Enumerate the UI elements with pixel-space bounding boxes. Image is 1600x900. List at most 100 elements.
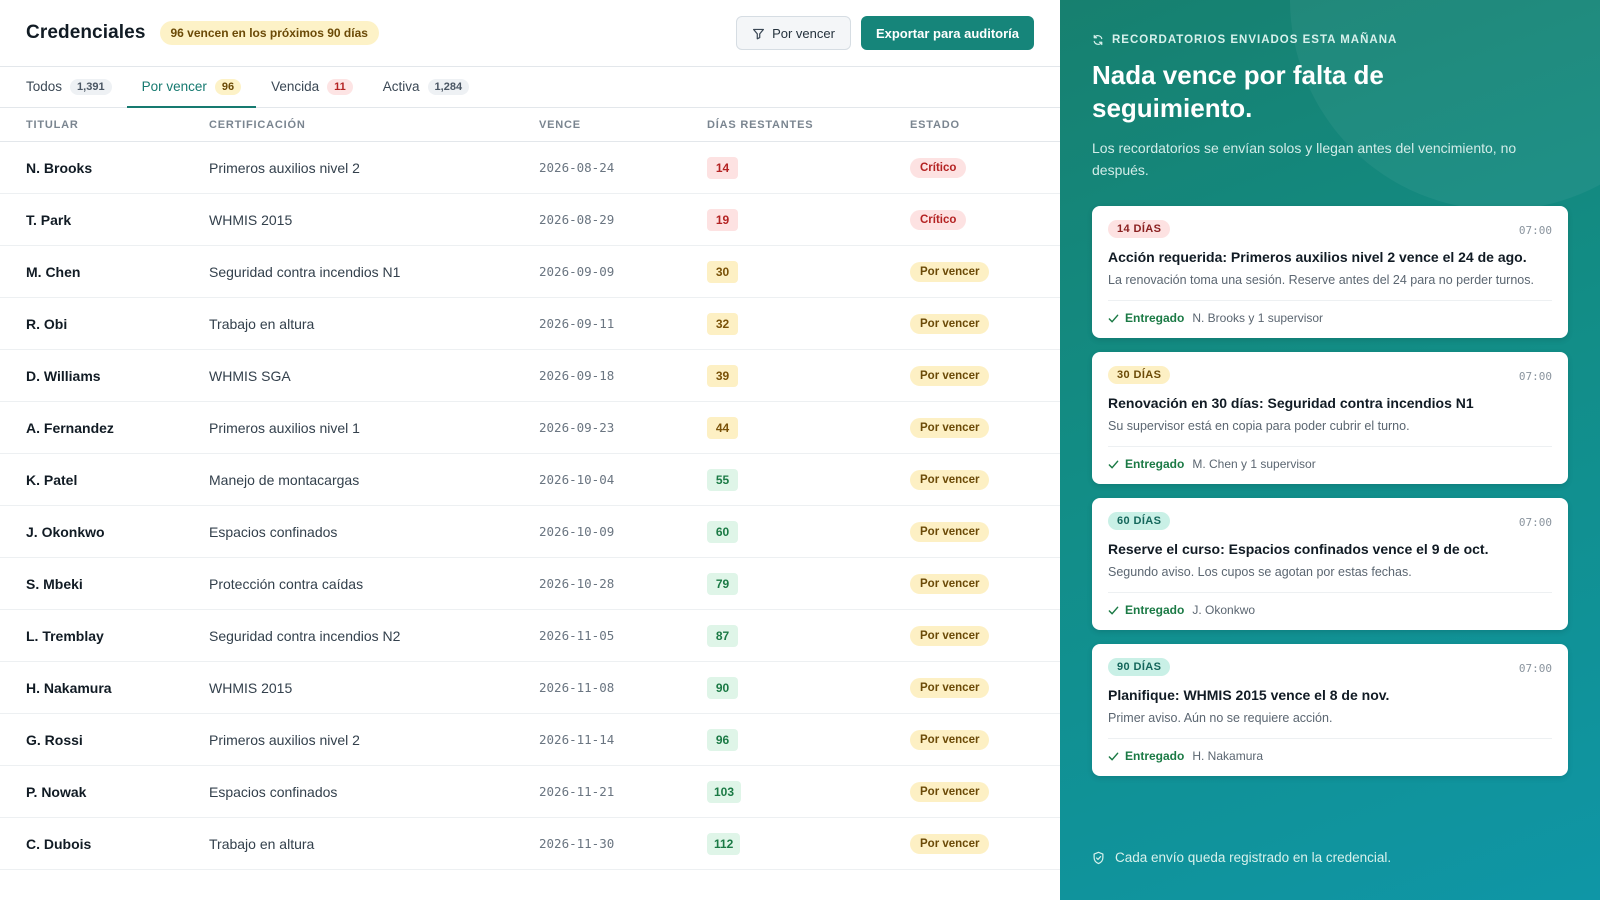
holder-name: J. Okonkwo [26,523,105,540]
table-row[interactable]: R. Obi Trabajo en altura 2026-09-11 32 Por v… [0,298,1060,350]
expiry-date: 2026-09-09 [539,264,615,279]
holder-name: K. Patel [26,471,78,488]
status-badge: Por vencer [910,677,990,698]
holder-name: L. Tremblay [26,627,104,644]
certification: Protección contra caídas [209,575,364,592]
audit-footer: Cada envío queda registrado en la creden… [1092,850,1391,865]
days-remaining: 90 [707,676,738,699]
table-row[interactable]: J. Okonkwo Espacios confinados 2026-10-09 6… [0,506,1060,558]
expiry-date: 2026-09-23 [539,420,615,435]
status-badge: Crítico [910,209,967,230]
table-row[interactable]: M. Chen Seguridad contra incendios N1 2026… [0,246,1060,298]
column-header-estado[interactable]: ESTADO [910,119,960,131]
filter-button[interactable]: Por vencer [736,16,851,50]
reminder-title: Acción requerida: Primeros auxilios nive… [1108,249,1527,265]
holder-name: G. Rossi [26,731,83,748]
status-badge: Por vencer [910,833,990,854]
check-icon [1108,460,1119,468]
holder-name: M. Chen [26,263,81,280]
table-row[interactable]: S. Mbeki Protección contra caídas 2026-10-… [0,558,1060,610]
column-header-titular[interactable]: TITULAR [26,119,79,131]
table-row[interactable]: A. Fernandez Primeros auxilios nivel 1 202… [0,402,1060,454]
delivered-label: Entregado [1125,311,1185,325]
delivered-label: Entregado [1125,603,1185,617]
holder-name: D. Williams [26,367,101,384]
status-badge: Por vencer [910,365,990,386]
certification: Espacios confinados [209,783,338,800]
delivery-status: Entregado M. Chen y 1 supervisor [1108,457,1316,471]
table-row[interactable]: T. Park WHMIS 2015 2026-08-29 19 Crítico [0,194,1060,246]
certification: Primeros auxilios nivel 2 [209,159,360,176]
reminders-eyebrow: RECORDATORIOS ENVIADOS ESTA MAÑANA [1092,34,1397,46]
expiry-date: 2026-11-21 [539,784,615,799]
tab-por-vencer[interactable]: Por vencer 96 [126,67,257,108]
column-header-dias[interactable]: DÍAS RESTANTES [707,119,813,131]
reminders-lede: Los recordatorios se envían solos y lleg… [1092,140,1517,178]
tab-activa[interactable]: Activa 1,284 [368,67,484,108]
reminder-card[interactable]: 30 DÍAS 07:00 Renovación en 30 días: Seg… [1092,352,1568,484]
tab-count: 11 [327,78,353,95]
status-badge: Por vencer [910,781,990,802]
status-badge: Por vencer [910,417,990,438]
reminder-card[interactable]: 60 DÍAS 07:00 Reserve el curso: Espacios… [1092,498,1568,630]
reminder-time: 07:00 [1518,662,1552,675]
expiry-date: 2026-10-04 [539,472,615,487]
expiry-date: 2026-08-24 [539,160,615,175]
reminder-time: 07:00 [1518,370,1552,383]
filter-button-label: Por vencer [772,25,835,41]
status-badge: Por vencer [910,625,990,646]
expiry-date: 2026-08-29 [539,212,615,227]
days-remaining: 44 [707,416,738,439]
table-row[interactable]: H. Nakamura WHMIS 2015 2026-11-08 90 Por ven… [0,662,1060,714]
tab-todos[interactable]: Todos 1,391 [11,67,127,108]
table-row[interactable]: L. Tremblay Seguridad contra incendios N2… [0,610,1060,662]
table-row[interactable]: K. Patel Manejo de montacargas 2026-10-04 5… [0,454,1060,506]
table-row[interactable]: D. Williams WHMIS SGA 2026-09-18 39 Por venc… [0,350,1060,402]
expiry-date: 2026-11-14 [539,732,615,747]
expiry-date: 2026-10-09 [539,524,615,539]
audit-footer-text: Cada envío queda registrado en la creden… [1115,850,1392,865]
table-row[interactable]: C. Dubois Trabajo en altura 2026-11-30 112 P… [0,818,1060,870]
credentials-panel: Credenciales 96 vencen en los próximos 9… [0,0,1060,900]
status-tabs: Todos 1,391 Por vencer 96 Vencida 11 Act… [0,67,1060,108]
holder-name: C. Dubois [26,835,92,852]
recipients: M. Chen y 1 supervisor [1192,457,1316,471]
delivered-label: Entregado [1125,749,1185,763]
reminder-body: La renovación toma una sesión. Reserve a… [1108,273,1534,287]
reminder-card[interactable]: 14 DÍAS 07:00 Acción requerida: Primeros… [1092,206,1568,338]
check-icon [1108,752,1119,760]
days-remaining: 32 [707,312,738,335]
days-remaining: 96 [707,728,738,751]
reminder-title: Planifique: WHMIS 2015 vence el 8 de nov… [1108,687,1390,703]
table-row[interactable]: P. Nowak Espacios confinados 2026-11-21 103… [0,766,1060,818]
delivered-label: Entregado [1125,457,1185,471]
page-header: Credenciales 96 vencen en los próximos 9… [0,0,1060,67]
table-row[interactable]: G. Rossi Primeros auxilios nivel 2 2026-11… [0,714,1060,766]
reminder-time: 07:00 [1518,224,1552,237]
tab-label: Vencida [271,79,320,94]
status-badge: Por vencer [910,573,990,594]
reminders-headline: Nada vence por falta de seguimiento. [1092,60,1384,123]
tab-vencida[interactable]: Vencida 11 [256,67,368,108]
status-badge: Crítico [910,157,967,178]
column-header-vence[interactable]: VENCE [539,119,581,131]
status-badge: Por vencer [910,729,990,750]
holder-name: T. Park [26,211,72,228]
table-row[interactable]: N. Brooks Primeros auxilios nivel 2 2026-0… [0,142,1060,194]
column-header-certificacion[interactable]: CERTIFICACIÓN [209,119,306,131]
reminder-body: Segundo aviso. Los cupos se agotan por e… [1108,565,1412,579]
reminder-body: Su supervisor está en copia para poder c… [1108,419,1410,433]
reminder-card[interactable]: 90 DÍAS 07:00 Planifique: WHMIS 2015 ven… [1092,644,1568,776]
holder-name: N. Brooks [26,159,93,176]
reminder-time: 07:00 [1518,516,1552,529]
certification: WHMIS 2015 [209,679,293,696]
days-remaining: 55 [707,468,738,491]
reminder-tag: 14 DÍAS [1108,220,1171,238]
reminder-tag: 90 DÍAS [1108,658,1171,676]
expiry-date: 2026-11-30 [539,836,615,851]
status-badge: Por vencer [910,469,990,490]
certification: Seguridad contra incendios N2 [209,627,401,644]
export-button[interactable]: Exportar para auditoría [860,16,1034,50]
expiry-date: 2026-10-28 [539,576,615,591]
delivery-status: Entregado J. Okonkwo [1108,603,1255,617]
